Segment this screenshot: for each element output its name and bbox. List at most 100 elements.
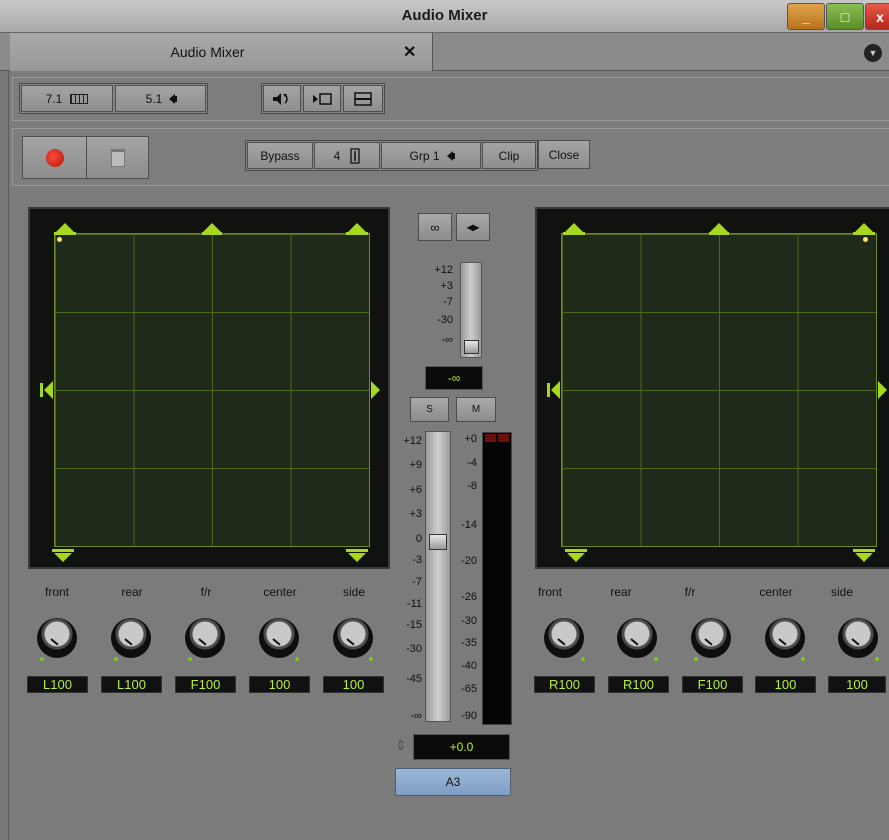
side-knob[interactable] [333, 618, 373, 658]
send-scale-label: +12 [434, 264, 453, 276]
grid-icon [70, 93, 89, 104]
front-knob[interactable] [544, 618, 584, 658]
side-value[interactable]: 100 [828, 676, 886, 693]
rear-knob[interactable] [111, 618, 151, 658]
send-fader-handle[interactable] [464, 340, 479, 354]
close-button[interactable]: Close [538, 140, 590, 169]
tab-audio-mixer[interactable]: Audio Mixer ✕ [10, 33, 433, 71]
record-icon [45, 148, 64, 167]
format-toolbar: 7.1 5.1 [12, 77, 889, 121]
solo-button[interactable]: S [410, 397, 449, 422]
meter-scale-label: +0 [464, 433, 477, 445]
meter-scale-label: -20 [461, 555, 477, 567]
fr-knob[interactable] [691, 618, 731, 658]
maximize-button[interactable]: □ [826, 3, 864, 30]
tab-menu-icon[interactable]: ▼ [864, 44, 882, 62]
center-value[interactable]: 100 [249, 676, 310, 693]
right-knob-label-fr: f/r [684, 585, 696, 599]
split-view-button[interactable] [343, 85, 383, 112]
left-knob-label-side: side [342, 585, 365, 599]
meter-scale-label: -14 [461, 519, 477, 531]
fr-value[interactable]: F100 [682, 676, 743, 693]
speaker-side-left-icon [551, 381, 560, 399]
speaker-bar [709, 232, 729, 235]
left-panner[interactable] [28, 207, 390, 569]
pan-position-dot[interactable] [57, 237, 62, 242]
record-button[interactable] [22, 136, 87, 179]
bypass-group: Bypass 4 Grp 1 Clip [245, 140, 538, 171]
rear-knob[interactable] [617, 618, 657, 658]
meter-scale-label: -30 [461, 615, 477, 627]
send-scale-label: +3 [440, 280, 453, 292]
speaker-center-icon [203, 223, 221, 232]
send-scale-label: -30 [437, 314, 453, 326]
speaker-rear-right-icon [348, 553, 366, 562]
level-meter [482, 432, 512, 725]
swap-button[interactable]: ◂▸ [456, 213, 490, 241]
trash-icon [110, 148, 125, 167]
speaker-rear-left-icon [567, 553, 585, 562]
clip-view-button[interactable] [303, 85, 341, 112]
speaker-center-icon [710, 223, 728, 232]
fr-value[interactable]: F100 [175, 676, 236, 693]
fader-scale-label: -45 [406, 673, 422, 685]
side-knob[interactable] [838, 618, 878, 658]
audio-follow-button[interactable] [263, 85, 301, 112]
format-71-button[interactable]: 7.1 [21, 85, 113, 112]
center-value[interactable]: 100 [755, 676, 816, 693]
bypass-button[interactable]: Bypass [247, 142, 313, 169]
send-readout[interactable]: -∞ [425, 366, 483, 390]
clip-button[interactable]: Clip [482, 142, 536, 169]
gain-readout[interactable]: +0.0 [413, 734, 510, 760]
fader-scale-label: 0 [415, 533, 422, 545]
center-knob[interactable] [259, 618, 299, 658]
speaker-rear-right-icon [855, 553, 873, 562]
mute-button[interactable]: M [456, 397, 496, 422]
group-label: Grp 1 [409, 148, 440, 163]
minimize-button[interactable]: _ [787, 3, 825, 30]
center-knob[interactable] [765, 618, 805, 658]
clip-led-left [485, 434, 496, 442]
group-speaker-icon [446, 150, 455, 161]
front-value[interactable]: R100 [534, 676, 595, 693]
track-count-button[interactable]: 4 [314, 142, 380, 169]
volume-fader[interactable] [425, 431, 451, 722]
delete-button[interactable] [86, 136, 149, 179]
knob-indicator [654, 657, 658, 661]
right-panner-grid [561, 233, 877, 547]
meter-scale-label: -8 [467, 480, 477, 492]
knob-indicator [188, 657, 192, 661]
link-button[interactable]: ∞ [418, 213, 452, 241]
fader-scale-label: -11 [406, 598, 422, 610]
tab-close-icon[interactable]: ✕ [403, 42, 416, 62]
meter-scale-label: -65 [461, 683, 477, 695]
clip-led-right [498, 434, 509, 442]
track-name-button[interactable]: A3 [395, 768, 511, 796]
group-button[interactable]: Grp 1 [381, 142, 481, 169]
fader-scale-label: -15 [406, 619, 422, 631]
knob-indicator [801, 657, 805, 661]
fader-scale-label: +3 [409, 508, 422, 520]
right-knob-label-rear: rear [610, 585, 632, 599]
front-knob[interactable] [37, 618, 77, 658]
window-close-button[interactable]: x [865, 3, 889, 30]
speaker-front-left-icon [565, 223, 583, 232]
right-knob-label-side: side [830, 585, 853, 599]
send-scale-label: -∞ [441, 334, 453, 346]
front-value[interactable]: L100 [27, 676, 88, 693]
volume-fader-handle[interactable] [429, 534, 447, 550]
format-51-button[interactable]: 5.1 [115, 85, 206, 112]
speaker-bar [853, 232, 875, 235]
speaker-bar [52, 549, 74, 552]
gain-stepper-icon[interactable]: ⇕ [395, 737, 407, 754]
rear-value[interactable]: L100 [101, 676, 162, 693]
pan-position-dot[interactable] [863, 237, 868, 242]
side-value[interactable]: 100 [323, 676, 384, 693]
rear-value[interactable]: R100 [608, 676, 669, 693]
right-panner[interactable] [535, 207, 889, 569]
fader-scale-label: +6 [409, 484, 422, 496]
fader-scale-label: -30 [406, 643, 422, 655]
meter-scale-label: -90 [461, 710, 477, 722]
fr-knob[interactable] [185, 618, 225, 658]
speaker-rear-left-icon [54, 553, 72, 562]
